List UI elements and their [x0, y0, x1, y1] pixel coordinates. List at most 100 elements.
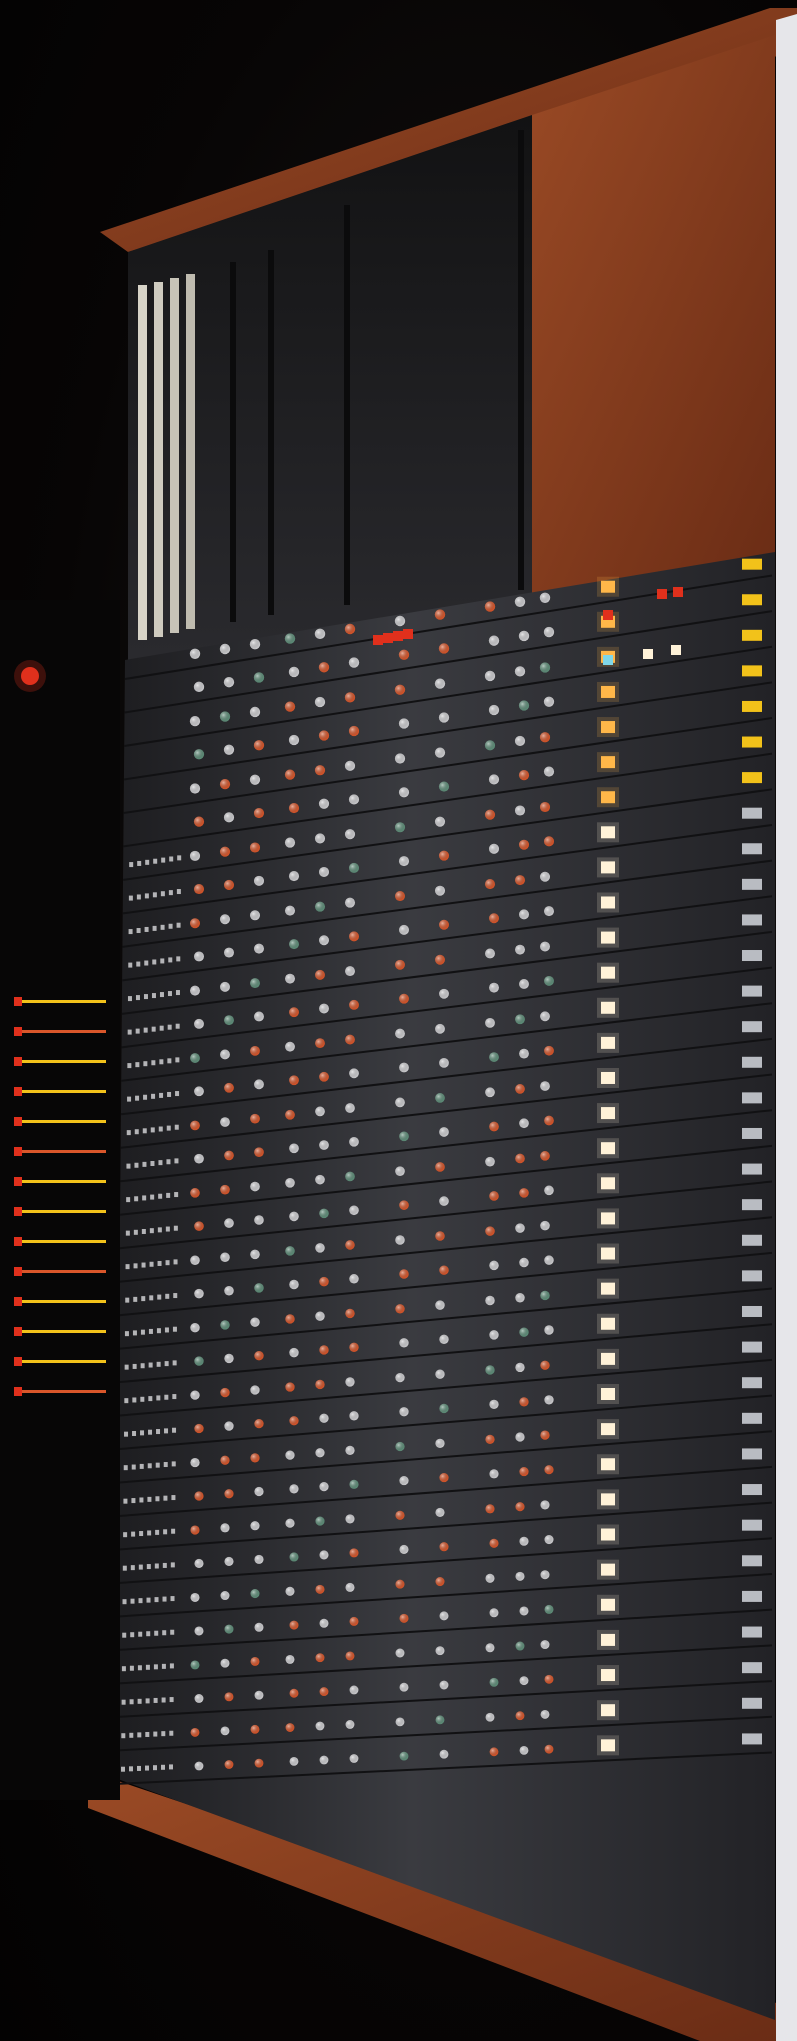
patch-bay-icon	[144, 960, 149, 966]
knob-highlight	[539, 592, 551, 603]
side-light-bar	[14, 1240, 106, 1243]
lamp-glow	[597, 1735, 619, 1756]
status-button-icon	[742, 1626, 762, 1638]
knob-highlight	[489, 1677, 499, 1687]
knob-highlight	[438, 712, 450, 723]
knob-highlight	[488, 635, 500, 646]
knob-highlight	[224, 1353, 234, 1364]
knob-highlight	[544, 906, 554, 917]
knob-highlight	[399, 1338, 409, 1348]
knob-highlight	[395, 1097, 405, 1108]
knob-highlight	[314, 833, 326, 844]
indicator-lamp-icon	[657, 589, 667, 599]
knob-highlight	[489, 1191, 499, 1201]
patch-bay-icon	[168, 923, 173, 929]
lamp-glow	[597, 717, 619, 738]
patch-bay-icon	[124, 1431, 129, 1437]
knob-highlight	[518, 630, 530, 642]
knob-highlight	[220, 1591, 230, 1601]
patch-bay-icon	[122, 1632, 127, 1638]
side-light-marker	[14, 1237, 22, 1246]
knob-highlight	[519, 1257, 529, 1268]
patch-bay-icon	[124, 1364, 129, 1370]
knob-highlight	[249, 639, 261, 650]
patch-bay-icon	[147, 1463, 152, 1469]
knob-highlight	[540, 1640, 550, 1650]
status-button-icon	[742, 1127, 762, 1139]
knob-highlight	[315, 1584, 325, 1594]
knob-highlight	[345, 1514, 355, 1524]
knob-highlight	[543, 626, 555, 638]
knob-highlight	[254, 1622, 264, 1632]
knob-highlight	[349, 1685, 359, 1695]
knob-highlight	[285, 1654, 295, 1664]
indicator-lamp-icon	[671, 645, 681, 655]
knob-highlight	[285, 1041, 295, 1052]
patch-bay-icon	[144, 893, 149, 899]
knob-highlight	[250, 1724, 260, 1734]
knob-highlight	[285, 1109, 295, 1120]
patch-bay-icon	[160, 958, 165, 964]
knob-highlight	[349, 931, 359, 942]
knob-highlight	[220, 1658, 230, 1668]
patch-bay-icon	[141, 1262, 146, 1268]
patch-bay-icon	[136, 928, 141, 934]
knob-highlight	[349, 1616, 359, 1626]
status-button-icon	[742, 736, 762, 748]
patch-bay-icon	[169, 1697, 174, 1703]
knob-highlight	[544, 1115, 554, 1126]
status-button-icon	[742, 914, 762, 926]
patch-bay-icon	[153, 1731, 158, 1737]
knob-highlight	[519, 1676, 529, 1686]
knob-highlight	[254, 1351, 264, 1361]
knob-highlight	[439, 1611, 449, 1621]
knob-highlight	[193, 749, 205, 760]
knob-highlight	[219, 779, 231, 790]
knob-highlight	[395, 1166, 405, 1176]
knob-highlight	[435, 1162, 445, 1172]
knob-highlight	[190, 985, 200, 996]
indicator-lamp-icon	[403, 629, 413, 639]
knob-highlight	[219, 914, 231, 925]
knob-highlight	[194, 951, 204, 962]
knob-highlight	[349, 1205, 359, 1216]
knob-highlight	[315, 969, 325, 980]
knob-highlight	[249, 910, 261, 921]
knob-highlight	[540, 1011, 550, 1022]
knob-highlight	[285, 1450, 295, 1460]
knob-highlight	[395, 1717, 405, 1727]
knob-highlight	[399, 1751, 409, 1761]
status-button-icon	[742, 1163, 762, 1175]
patch-bay-icon	[140, 1396, 145, 1402]
knob-highlight	[518, 839, 530, 850]
knob-highlight	[544, 1604, 554, 1614]
photo-scene	[0, 0, 797, 2041]
patch-bay-icon	[158, 1193, 163, 1199]
knob-highlight	[485, 1156, 495, 1167]
knob-highlight	[485, 1226, 495, 1236]
patch-bay-icon	[132, 1363, 137, 1369]
indicator-lamp-icon	[383, 633, 393, 643]
patch-bay-icon	[169, 1730, 174, 1736]
knob-highlight	[394, 822, 406, 833]
knob-highlight	[194, 1356, 204, 1366]
patch-bay-icon	[158, 1126, 163, 1132]
knob-highlight	[220, 1523, 230, 1533]
patch-bay-icon	[176, 889, 181, 895]
patch-bay-icon	[167, 991, 172, 997]
patch-bay-icon	[137, 1765, 141, 1771]
patch-bay-icon	[137, 1698, 142, 1704]
knob-highlight	[519, 1327, 529, 1337]
knob-highlight	[519, 1606, 529, 1616]
knob-highlight	[253, 807, 265, 819]
status-button-icon	[742, 1270, 762, 1282]
patch-bay-icon	[153, 858, 158, 864]
knob-highlight	[249, 706, 261, 718]
knob-highlight	[224, 1556, 234, 1566]
knob-highlight	[289, 1143, 299, 1154]
knob-highlight	[224, 1150, 234, 1161]
knob-highlight	[519, 1397, 529, 1407]
side-light-marker	[14, 1387, 22, 1396]
patch-bay-icon	[156, 1361, 161, 1367]
patch-bay-icon	[164, 1327, 169, 1333]
